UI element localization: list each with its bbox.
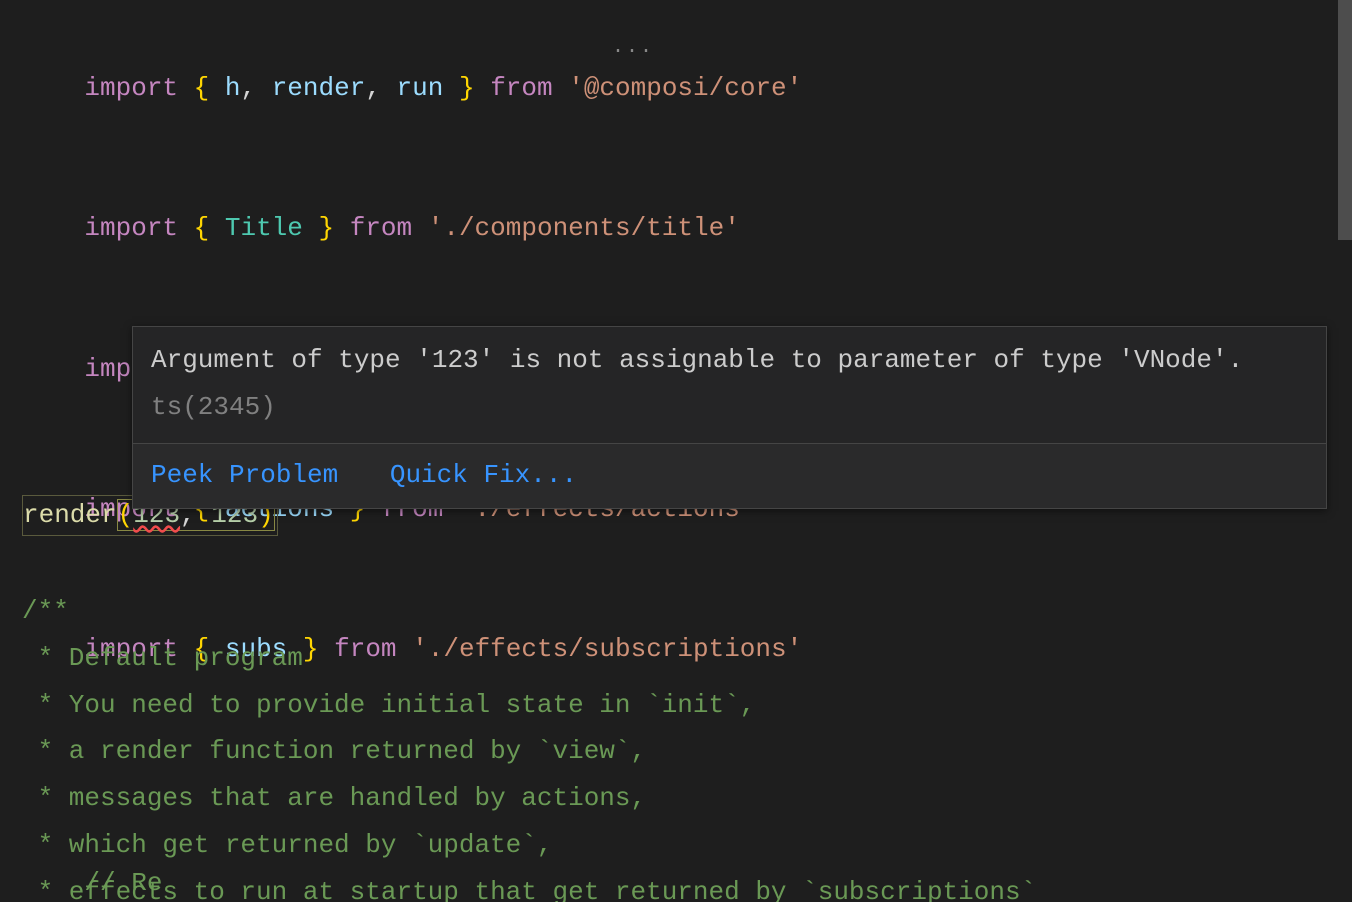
problem-message-text: Argument of type '123' is not assignable… bbox=[151, 345, 1243, 375]
fold-indicator-icon[interactable]: ··· bbox=[612, 34, 654, 70]
keyword-import: import bbox=[84, 73, 178, 103]
jsdoc-line[interactable]: * which get returned by `update`, bbox=[22, 822, 1036, 869]
problem-ts-code: ts(2345) bbox=[151, 392, 276, 422]
problem-message: Argument of type '123' is not assignable… bbox=[133, 327, 1326, 443]
code-line-import-0[interactable]: import { h, render, run } from '@composi… bbox=[22, 18, 1352, 158]
peek-problem-link[interactable]: Peek Problem bbox=[151, 460, 338, 490]
jsdoc-line[interactable]: * a render function returned by `view`, bbox=[22, 728, 1036, 775]
jsdoc-line[interactable]: * messages that are handled by actions, bbox=[22, 775, 1036, 822]
jsdoc-line[interactable]: * Default program bbox=[22, 635, 1036, 682]
jsdoc-line[interactable]: /** bbox=[22, 588, 1036, 635]
problem-actions-bar: Peek Problem Quick Fix... bbox=[133, 443, 1326, 509]
call-render: render bbox=[23, 500, 117, 530]
problem-hover-tooltip: Argument of type '123' is not assignable… bbox=[132, 326, 1327, 509]
vertical-scrollbar[interactable] bbox=[1338, 0, 1352, 902]
scrollbar-thumb[interactable] bbox=[1338, 0, 1352, 240]
jsdoc-line[interactable]: * You need to provide initial state in `… bbox=[22, 682, 1036, 729]
code-line-import-1[interactable]: import { Title } from './components/titl… bbox=[22, 158, 1352, 298]
jsdoc-line[interactable]: * effects to run at startup that get ret… bbox=[22, 869, 1036, 902]
jsdoc-block[interactable]: /** * Default program * You need to prov… bbox=[0, 572, 1036, 902]
quick-fix-link[interactable]: Quick Fix... bbox=[390, 460, 577, 490]
